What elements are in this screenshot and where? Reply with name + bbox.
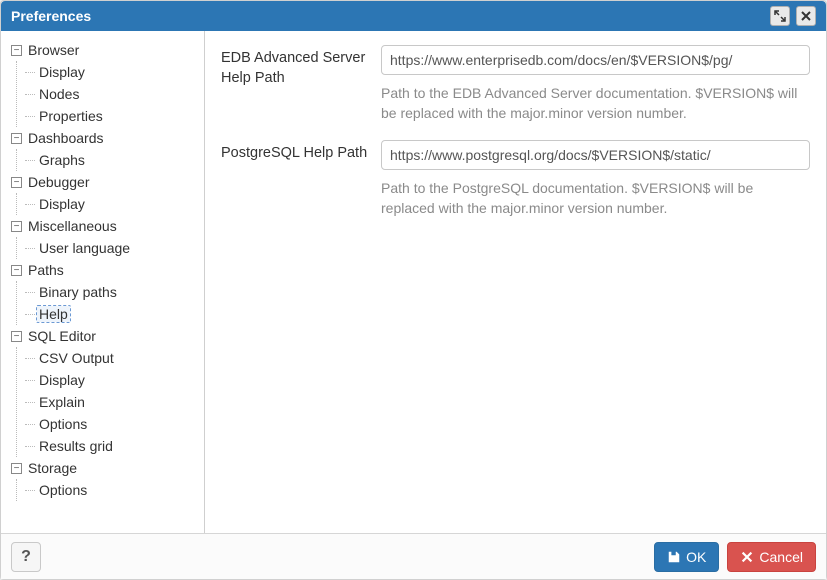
cancel-button-label: Cancel (759, 549, 803, 565)
collapse-icon[interactable]: − (11, 331, 22, 342)
preferences-window: Preferences −BrowserDisplayNodesProperti… (0, 0, 827, 580)
help-path-input[interactable] (381, 140, 810, 170)
tree-item[interactable]: Binary paths (25, 281, 198, 303)
tree-group[interactable]: −Debugger (11, 171, 198, 193)
tree-group[interactable]: −Paths (11, 259, 198, 281)
tree-item[interactable]: Properties (25, 105, 198, 127)
tree-group-label: Paths (26, 262, 66, 278)
collapse-icon[interactable]: − (11, 265, 22, 276)
tree-item-label: Binary paths (37, 284, 119, 300)
collapse-icon[interactable]: − (11, 45, 22, 56)
tree-group-label: SQL Editor (26, 328, 98, 344)
tree-group[interactable]: −Storage (11, 457, 198, 479)
tree-group-label: Browser (26, 42, 81, 58)
tree-item-label: Display (37, 372, 87, 388)
tree-group-label: Miscellaneous (26, 218, 119, 234)
close-icon (800, 10, 812, 22)
tree-item[interactable]: Graphs (25, 149, 198, 171)
save-icon (667, 550, 681, 564)
window-title: Preferences (11, 1, 770, 31)
tree-group[interactable]: −Dashboards (11, 127, 198, 149)
tree-group-label: Dashboards (26, 130, 106, 146)
tree-item-label: Explain (37, 394, 87, 410)
tree-item-label: Display (37, 64, 87, 80)
help-path-input[interactable] (381, 45, 810, 75)
maximize-button[interactable] (770, 6, 790, 26)
tree-item[interactable]: Display (25, 369, 198, 391)
tree-item[interactable]: User language (25, 237, 198, 259)
tree-item-label: User language (37, 240, 132, 256)
tree-group[interactable]: −Browser (11, 39, 198, 61)
tree-item-label: Options (37, 482, 89, 498)
titlebar: Preferences (1, 1, 826, 31)
tree-item-label: Graphs (37, 152, 87, 168)
collapse-icon[interactable]: − (11, 133, 22, 144)
tree-item-label: CSV Output (37, 350, 116, 366)
field-help-text: Path to the EDB Advanced Server document… (381, 83, 810, 124)
tree-item-label: Properties (37, 108, 105, 124)
tree-item-label: Results grid (37, 438, 115, 454)
cancel-button[interactable]: Cancel (727, 542, 816, 572)
tree-item[interactable]: Options (25, 413, 198, 435)
form-row: EDB Advanced Server Help PathPath to the… (221, 45, 810, 124)
tree-item-label: Options (37, 416, 89, 432)
tree-item[interactable]: Options (25, 479, 198, 501)
form-row: PostgreSQL Help Path Path to the PostgreS… (221, 140, 810, 219)
dialog-body: −BrowserDisplayNodesProperties−Dashboard… (1, 31, 826, 533)
tree-item[interactable]: Nodes (25, 83, 198, 105)
cancel-icon (740, 550, 754, 564)
ok-button[interactable]: OK (654, 542, 719, 572)
tree-group[interactable]: −SQL Editor (11, 325, 198, 347)
tree-item[interactable]: Display (25, 61, 198, 83)
tree-item[interactable]: Help (25, 303, 198, 325)
tree-item[interactable]: Display (25, 193, 198, 215)
close-button[interactable] (796, 6, 816, 26)
field-label: PostgreSQL Help Path (221, 140, 371, 164)
preferences-tree[interactable]: −BrowserDisplayNodesProperties−Dashboard… (1, 31, 205, 533)
tree-item[interactable]: Explain (25, 391, 198, 413)
field-help-text: Path to the PostgreSQL documentation. $V… (381, 178, 810, 219)
collapse-icon[interactable]: − (11, 463, 22, 474)
tree-item-label: Nodes (37, 86, 81, 102)
ok-button-label: OK (686, 549, 706, 565)
help-button[interactable]: ? (11, 542, 41, 572)
tree-item[interactable]: CSV Output (25, 347, 198, 369)
collapse-icon[interactable]: − (11, 177, 22, 188)
expand-icon (774, 10, 786, 22)
collapse-icon[interactable]: − (11, 221, 22, 232)
field-label: EDB Advanced Server Help Path (221, 45, 371, 88)
tree-group-label: Debugger (26, 174, 92, 190)
tree-group-label: Storage (26, 460, 79, 476)
tree-item-label: Help (37, 306, 70, 322)
dialog-footer: ? OK Cancel (1, 533, 826, 579)
tree-group[interactable]: −Miscellaneous (11, 215, 198, 237)
tree-item[interactable]: Results grid (25, 435, 198, 457)
title-controls (770, 6, 816, 26)
preferences-content: EDB Advanced Server Help PathPath to the… (205, 31, 826, 533)
tree-item-label: Display (37, 196, 87, 212)
